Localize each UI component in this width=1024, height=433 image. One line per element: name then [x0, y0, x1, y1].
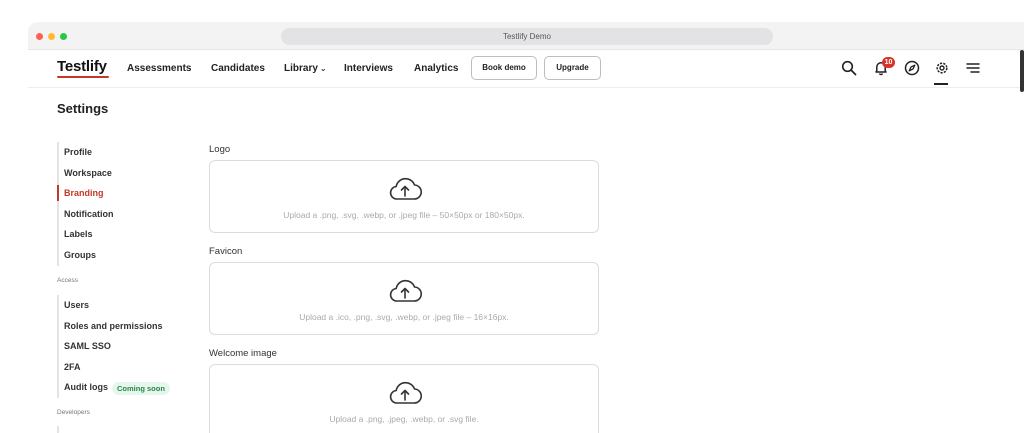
browser-chrome: Testlify Demo: [28, 22, 1024, 50]
address-bar[interactable]: Testlify Demo: [281, 28, 773, 45]
sidebar-item-audit-logs-label: Audit logs: [64, 382, 108, 393]
compass-icon[interactable]: [904, 60, 920, 76]
window-maximize-button[interactable]: [60, 33, 67, 40]
testlify-logo[interactable]: Testlify: [57, 58, 107, 75]
nav-candidates[interactable]: Candidates: [211, 63, 265, 74]
window-close-button[interactable]: [36, 33, 43, 40]
welcome-image-upload-dropzone[interactable]: Upload a .png, .jpeg, .webp, or .svg fil…: [209, 364, 599, 433]
favicon-upload-dropzone[interactable]: Upload a .ico, .png, .svg, .webp, or .jp…: [209, 262, 599, 335]
search-icon[interactable]: [841, 60, 857, 76]
sidebar-general-group: Profile Workspace Branding Notification …: [57, 142, 114, 266]
logo-upload-dropzone[interactable]: Upload a .png, .svg, .webp, or .jpeg fil…: [209, 160, 599, 233]
page-title: Settings: [57, 101, 109, 116]
nav-interviews[interactable]: Interviews: [344, 63, 393, 74]
scrollbar[interactable]: [1020, 50, 1024, 92]
upgrade-button[interactable]: Upgrade: [544, 56, 601, 80]
welcome-image-field-label: Welcome image: [209, 348, 277, 359]
book-demo-button[interactable]: Book demo: [471, 56, 537, 80]
sidebar-access-group: Users Roles and permissions SAML SSO 2FA…: [57, 295, 170, 398]
nav-library[interactable]: Library ⌄: [284, 63, 327, 74]
favicon-field-label: Favicon: [209, 246, 243, 257]
menu-icon[interactable]: [965, 60, 981, 76]
sidebar-item-notification[interactable]: Notification: [59, 204, 114, 225]
cloud-upload-icon: [389, 177, 423, 200]
nav-library-label: Library: [284, 63, 318, 74]
active-settings-indicator: [934, 83, 948, 85]
sidebar-item-roles[interactable]: Roles and permissions: [59, 316, 170, 337]
sidebar-item-2fa[interactable]: 2FA: [59, 357, 170, 378]
sidebar-item-audit-logs[interactable]: Audit logs Coming soon: [59, 377, 170, 398]
cloud-upload-icon: [389, 279, 423, 302]
welcome-image-upload-hint: Upload a .png, .jpeg, .webp, or .svg fil…: [329, 414, 479, 424]
sidebar-item-labels[interactable]: Labels: [59, 224, 114, 245]
sidebar-item-workspace[interactable]: Workspace: [59, 163, 114, 184]
top-nav: Testlify Assessments Candidates Library ⌄…: [28, 50, 1020, 88]
sidebar-item-branding[interactable]: Branding: [57, 183, 114, 204]
nav-analytics[interactable]: Analytics: [414, 63, 458, 74]
window-minimize-button[interactable]: [48, 33, 55, 40]
coming-soon-badge: Coming soon: [112, 381, 170, 395]
sidebar-item-users[interactable]: Users: [59, 295, 170, 316]
sidebar-section-developers: Developers: [57, 409, 90, 416]
logo-upload-hint: Upload a .png, .svg, .webp, or .jpeg fil…: [283, 210, 525, 220]
logo-underline: [57, 76, 109, 78]
gear-icon[interactable]: [934, 60, 950, 76]
notification-badge: 10: [882, 57, 895, 68]
chevron-down-icon: ⌄: [319, 64, 327, 73]
cloud-upload-icon: [389, 381, 423, 404]
sidebar-section-access: Access: [57, 277, 78, 284]
nav-assessments[interactable]: Assessments: [127, 63, 191, 74]
sidebar-item-groups[interactable]: Groups: [59, 245, 114, 266]
sidebar-item-saml-sso[interactable]: SAML SSO: [59, 336, 170, 357]
favicon-upload-hint: Upload a .ico, .png, .svg, .webp, or .jp…: [299, 312, 509, 322]
logo-field-label: Logo: [209, 144, 231, 155]
sidebar-item-profile[interactable]: Profile: [59, 142, 114, 163]
sidebar-developers-rail: [57, 426, 59, 433]
